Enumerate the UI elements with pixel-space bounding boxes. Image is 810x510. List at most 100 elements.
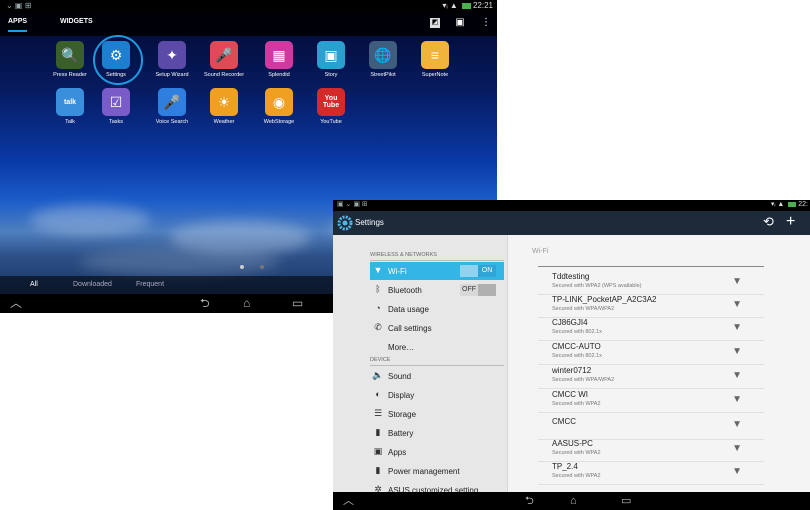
wifi-network-item[interactable]: winter0712 Secured with WPA/WPA2 ▼ [538,364,764,389]
power-icon: ▮ [375,465,381,475]
app-label: Weather [213,119,235,125]
filter-all[interactable]: All [30,281,38,288]
wifi-network-item[interactable]: TP_2.4 Secured with WPA2 ▼ [538,460,764,485]
network-security: Secured with WPA/WPA2 [552,306,615,312]
back-icon[interactable]: ⮌ [525,492,534,510]
settings-item-bluetooth[interactable]: ᛒ Bluetooth OFF [370,281,504,299]
settings-item-more[interactable]: More… [370,338,504,356]
settings-gear-icon[interactable] [337,215,353,231]
settings-item-label: Display [388,391,415,400]
app-label: Story [324,72,338,78]
app-label: Voice Search [155,119,189,125]
app-streetpilot[interactable]: 🌐 StreetPilot [353,41,413,78]
menu-up-icon[interactable]: ︿ [10,294,22,313]
app-label: SuperNote [421,72,449,78]
back-icon[interactable]: ⮌ [200,294,210,313]
app-story[interactable]: ▣ Story [301,41,361,78]
settings-item-label: More… [388,343,415,352]
home-icon[interactable]: ⌂ [570,492,577,510]
settings-item-label: Battery [388,429,414,438]
notebook-icon: ≡ [421,41,449,69]
wifi-toggle[interactable]: ON [460,265,496,277]
app-label: Splendid [268,72,290,78]
settings-item-label: Bluetooth [388,286,422,295]
notification-icons: ⌄ ▣ ⊞ [6,1,32,10]
bluetooth-toggle[interactable]: OFF [460,284,496,296]
tab-widgets[interactable]: WIDGETS [60,18,93,25]
app-webstorage[interactable]: ◉ WebStorage [249,88,309,125]
settings-item-power-management[interactable]: ▮ Power management [370,462,504,480]
section-divider [370,260,504,261]
recent-apps-icon[interactable]: ▭ [292,294,303,313]
battery-icon [461,2,471,9]
action-bar: Settings ⟲ + [333,211,810,235]
settings-item-display[interactable]: ◐ Display [370,386,504,404]
settings-gear-icon: ⚙ [102,41,130,69]
wifi-pane-header: Wi-Fi [532,248,549,255]
settings-item-sound[interactable]: 🔈 Sound [370,367,504,385]
wifi-icon: ▼ [373,265,383,275]
wps-icon[interactable]: ⟲ [763,215,774,229]
settings-item-wi-fi[interactable]: ▼ Wi-Fi ON [370,262,504,280]
wifi-network-item[interactable]: AASUS-PC Secured with WPA2 ▼ [538,437,764,462]
apps-icon: ▣ [373,446,383,456]
wifi-signal-lock-icon: ▼ [732,299,742,310]
filter-frequent[interactable]: Frequent [136,281,164,288]
wifi-network-item[interactable]: CMCC-AUTO Secured with 802.1x ▼ [538,340,764,365]
filter-downloaded[interactable]: Downloaded [73,281,112,288]
drawer-tab-bar: APPS WIDGETS ◩ ▣ ⋮ [0,13,497,36]
app-voice-search[interactable]: 🎤 Voice Search [142,88,202,125]
globe-map-icon: 🌐 [369,41,397,69]
settings-item-apps[interactable]: ▣ Apps [370,443,504,461]
network-security: Secured with WPA2 (WPS available) [552,283,642,289]
network-name: CJ86GJI4 [552,318,588,327]
app-sound-recorder[interactable]: 🎤 Sound Recorder [194,41,254,78]
store-bag-icon[interactable]: ▣ [455,18,465,28]
setup-wizard-icon: ✦ [158,41,186,69]
press-reader-icon: 🔍 [56,41,84,69]
overflow-menu-icon[interactable]: ⋮ [481,18,491,28]
storage-icon: ☰ [373,408,383,418]
settings-item-call-settings[interactable]: ✆ Call settings [370,319,504,337]
settings-item-label: Apps [388,448,407,457]
youtube-icon: You Tube [317,88,345,116]
wifi-signal-lock-icon: ▼ [732,394,742,405]
wifi-network-item[interactable]: CMCC WI Secured with WPA2 ▼ [538,388,764,413]
settings-item-label: Power management [388,467,460,476]
wifi-signal-lock-icon: ▼ [732,346,742,357]
app-weather[interactable]: ☀ Weather [194,88,254,125]
app-supernote[interactable]: ≡ SuperNote [405,41,465,78]
app-youtube[interactable]: You Tube YouTube [301,88,361,125]
menu-up-icon[interactable]: ︿ [343,492,354,510]
settings-item-label: Sound [388,372,412,381]
page-indicator-dot [240,265,244,269]
status-right: ▾ᵢ ▲ 22:21 [442,1,493,10]
bluetooth-icon: ᛒ [375,284,381,294]
network-name: TP-LINK_PocketAP_A2C3A2 [552,295,657,304]
add-network-icon[interactable]: + [786,214,795,230]
gallery-icon[interactable]: ◩ [430,18,440,28]
splendid-color-icon: ▦ [265,41,293,69]
app-settings[interactable]: ⚙ Settings [86,41,146,78]
wifi-network-item[interactable]: CJ86GJI4 Secured with 802.1x ▼ [538,316,764,341]
home-icon[interactable]: ⌂ [243,294,250,313]
display-brightness-icon: ◐ [375,389,381,399]
settings-item-data-usage[interactable]: ◔ Data usage [370,300,504,318]
tab-apps[interactable]: APPS [8,18,28,32]
settings-item-storage[interactable]: ☰ Storage [370,405,504,423]
app-label: WebStorage [263,119,295,125]
app-setup-wizard[interactable]: ✦ Setup Wizard [142,41,202,78]
speaker-icon: 🔈 [372,370,384,380]
app-splendid[interactable]: ▦ Splendid [249,41,309,78]
talk-bubble-icon: talk [56,88,84,116]
settings-item-battery[interactable]: ▮ Battery [370,424,504,442]
network-name: winter0712 [552,366,592,375]
wifi-network-item[interactable]: TP-LINK_PocketAP_A2C3A2 Secured with WPA/… [538,293,764,318]
wifi-signal-lock-icon: ▼ [732,276,742,287]
wifi-network-item[interactable]: Tddtesting Secured with WPA2 (WPS availab… [538,270,764,295]
recent-apps-icon[interactable]: ▭ [621,492,631,510]
app-label: Tasks [108,119,124,125]
app-tasks[interactable]: ☑ Tasks [86,88,146,125]
network-security: Secured with WPA/WPA2 [552,377,615,383]
voice-search-icon: 🎤 [158,88,186,116]
